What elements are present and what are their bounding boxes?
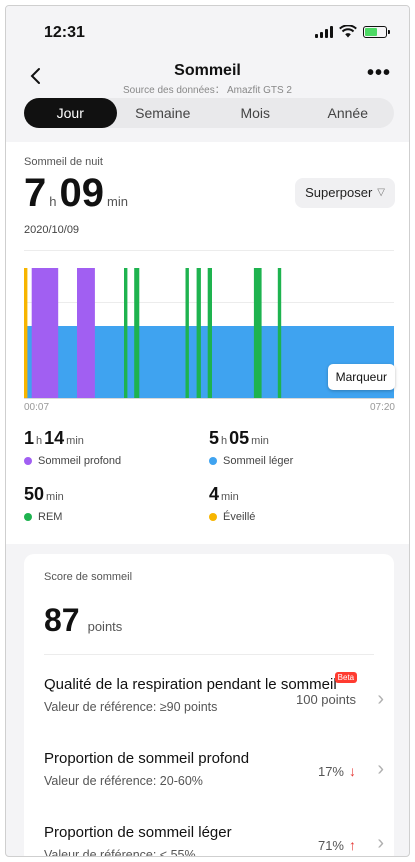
stat-light-minutes-unit: min bbox=[251, 435, 269, 447]
list-item-light-proportion[interactable]: Proportion de sommeil léger Valeur de ré… bbox=[44, 824, 384, 856]
rem-sleep-segment bbox=[134, 268, 140, 398]
breathing-quality-value: 100 points bbox=[296, 692, 356, 707]
sleep-score-label: Score de sommeil bbox=[44, 571, 133, 583]
sleep-date: 2020/10/09 bbox=[24, 224, 80, 236]
list-item-deep-proportion[interactable]: Proportion de sommeil profond Valeur de … bbox=[44, 750, 384, 810]
tab-week[interactable]: Semaine bbox=[117, 98, 210, 128]
stat-deep-minutes: 14 bbox=[44, 428, 65, 448]
stat-awake-label: Éveillé bbox=[223, 511, 256, 523]
data-source-subtitle: Source des données： Amazfit GTS 2 bbox=[123, 85, 292, 96]
score-unit: points bbox=[87, 619, 123, 634]
marker-button[interactable]: Marqueur bbox=[327, 364, 395, 390]
score-number: 87 bbox=[44, 602, 80, 638]
rem-dot-icon bbox=[24, 513, 32, 521]
stat-awake-minutes: 4 bbox=[209, 484, 220, 504]
stat-rem-unit: min bbox=[46, 491, 64, 503]
page-title: Sommeil bbox=[174, 62, 241, 79]
tab-year[interactable]: Année bbox=[302, 98, 395, 128]
tab-month[interactable]: Mois bbox=[209, 98, 302, 128]
rem-sleep-segment bbox=[253, 268, 262, 398]
light-proportion-percent: 71% bbox=[317, 837, 344, 853]
duration-minutes: 09 bbox=[59, 171, 104, 215]
rem-sleep-segment bbox=[185, 268, 189, 398]
stat-light-label: Sommeil léger bbox=[223, 455, 294, 467]
stat-deep: 1 h 14 min Sommeil profond bbox=[24, 428, 204, 467]
night-sleep-label: Sommeil de nuit bbox=[24, 156, 103, 168]
stat-light: 5 h 05 min Sommeil léger bbox=[209, 428, 389, 467]
status-bar: 12:31 bbox=[6, 6, 409, 58]
rem-sleep-segment bbox=[124, 268, 128, 398]
rem-sleep-segment bbox=[207, 268, 212, 398]
breathing-quality-title: Qualité de la respiration pendant le som… bbox=[44, 676, 337, 693]
sleep-stage-chart bbox=[24, 250, 394, 420]
awake-dot-icon bbox=[209, 513, 217, 521]
period-tabs: Jour Semaine Mois Année bbox=[24, 98, 394, 128]
rem-sleep-segment bbox=[277, 268, 282, 398]
deep-proportion-value: 17% ↓ bbox=[318, 763, 356, 779]
stat-deep-label: Sommeil profond bbox=[38, 455, 122, 467]
list-item-breathing-quality[interactable]: Qualité de la respiration pendant le som… bbox=[44, 672, 384, 736]
status-icons bbox=[315, 25, 390, 38]
stat-light-hours: 5 bbox=[209, 428, 220, 448]
deep-sleep-segment bbox=[31, 268, 59, 398]
battery-icon bbox=[363, 25, 390, 38]
sleep-duration: 7 h 09 min bbox=[24, 173, 131, 213]
minutes-unit: min bbox=[106, 194, 128, 209]
overlay-dropdown[interactable]: Superposer ▽ bbox=[295, 178, 395, 208]
awake-sleep-segment bbox=[24, 268, 28, 398]
header: Sommeil Source des données： Amazfit GTS … bbox=[6, 58, 409, 98]
stat-deep-hours-unit: h bbox=[36, 435, 43, 447]
sleep-stage-stats: 1 h 14 min Sommeil profond 5 h 05 min Sommeil … bbox=[6, 418, 409, 544]
rem-sleep-segment bbox=[196, 268, 201, 398]
signal-icon bbox=[315, 25, 333, 38]
stat-deep-hours: 1 bbox=[24, 428, 35, 448]
light-dot-icon bbox=[209, 457, 217, 465]
sleep-score-value: 87 points bbox=[44, 602, 122, 639]
chevron-right-icon: › bbox=[377, 758, 384, 780]
hours-unit: h bbox=[49, 194, 57, 209]
breathing-quality-points: 100 points bbox=[296, 692, 356, 707]
chevron-right-icon: › bbox=[377, 832, 384, 854]
deep-proportion-percent: 17% bbox=[317, 763, 344, 779]
beta-badge: Beta bbox=[334, 672, 358, 683]
chevron-right-icon: › bbox=[377, 688, 384, 710]
stat-rem-label: REM bbox=[38, 511, 63, 523]
duration-hours: 7 bbox=[24, 171, 47, 215]
divider bbox=[44, 654, 374, 655]
status-time: 12:31 bbox=[44, 24, 85, 41]
more-options-icon[interactable]: ••• bbox=[367, 62, 391, 85]
light-proportion-value: 71% ↑ bbox=[318, 837, 356, 853]
stat-rem: 50 min REM bbox=[24, 484, 204, 523]
arrow-up-icon: ↑ bbox=[349, 837, 356, 853]
stat-awake-unit: min bbox=[221, 491, 239, 503]
sleep-score-card: Score de sommeil 87 points Qualité de la… bbox=[24, 554, 394, 856]
tab-day[interactable]: Jour bbox=[24, 98, 117, 128]
stat-rem-minutes: 50 bbox=[24, 484, 45, 504]
stat-light-minutes: 05 bbox=[229, 428, 250, 448]
wifi-icon bbox=[339, 25, 357, 38]
stat-awake: 4 min Éveillé bbox=[209, 484, 389, 523]
overlay-label: Superposer bbox=[305, 185, 373, 200]
deep-sleep-segment bbox=[77, 268, 95, 398]
arrow-down-icon: ↓ bbox=[349, 763, 356, 779]
chart-end-time: 07:20 bbox=[369, 402, 395, 413]
chart-start-time: 00:07 bbox=[24, 402, 50, 413]
sleep-chart-svg bbox=[24, 250, 394, 399]
deep-dot-icon bbox=[24, 457, 32, 465]
stat-deep-minutes-unit: min bbox=[66, 435, 84, 447]
app-frame: 12:31 Sommeil Source des données： Amazfi… bbox=[5, 5, 410, 857]
chevron-down-icon: ▽ bbox=[377, 187, 385, 198]
stat-light-hours-unit: h bbox=[221, 435, 228, 447]
